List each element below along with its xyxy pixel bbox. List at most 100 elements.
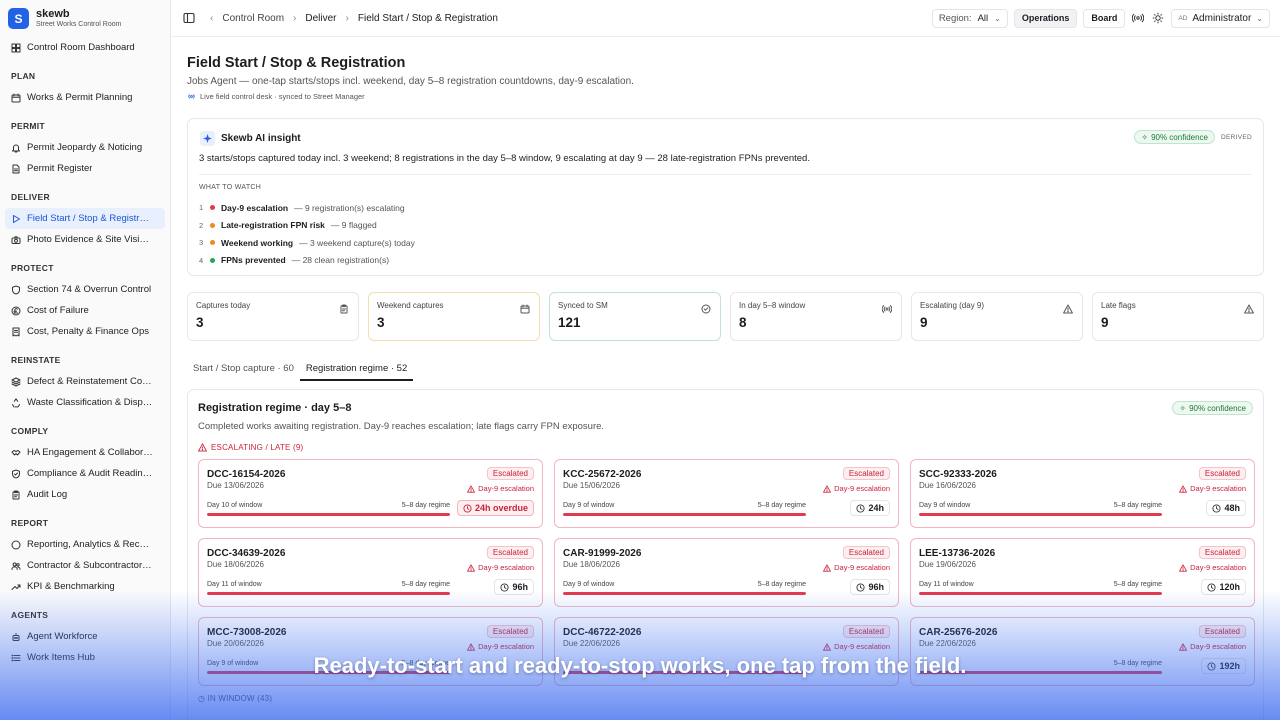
sidebar-toggle-icon[interactable] bbox=[182, 11, 196, 25]
works-reference: DCC-34639-2026 bbox=[207, 548, 286, 559]
warning-icon bbox=[823, 484, 832, 493]
check-circle-icon bbox=[701, 304, 711, 314]
escalation-flag: Day-9 escalation bbox=[467, 642, 534, 651]
sidebar-item-compliance-audit-readiness[interactable]: Compliance & Audit Readiness bbox=[5, 463, 165, 484]
play-icon bbox=[13, 214, 20, 223]
page-subtitle: Jobs Agent — one-tap starts/stops incl. … bbox=[187, 76, 634, 87]
sidebar-item-contractor-subcontractor-performance[interactable]: Contractor & Subcontractor Performance bbox=[5, 555, 165, 576]
watch-item[interactable]: 2 Late-registration FPN risk — 9 flagged bbox=[199, 217, 415, 235]
topbar: ‹ Control Room › Deliver › Field Start /… bbox=[171, 0, 1280, 37]
sidebar-item-kpi-benchmarking[interactable]: KPI & Benchmarking bbox=[5, 576, 165, 597]
stat-card[interactable]: Captures today 3 bbox=[187, 292, 359, 341]
escalation-flag: Day-9 escalation bbox=[1179, 642, 1246, 651]
breadcrumb-control-room[interactable]: Control Room bbox=[222, 13, 284, 24]
board-button[interactable]: Board bbox=[1083, 8, 1126, 28]
registration-card[interactable]: SCC-92333-2026 Due 16/06/2026 Escalated Day… bbox=[910, 459, 1255, 528]
sidebar-section-heading: DELIVER bbox=[11, 192, 50, 202]
registration-card[interactable]: CAR-91999-2026 Due 18/06/2026 Escalated Day… bbox=[554, 538, 899, 607]
sidebar-item-label: Works & Permit Planning bbox=[27, 92, 133, 103]
sidebar-item-cost-penalty-finance-ops[interactable]: Cost, Penalty & Finance Ops bbox=[5, 321, 165, 342]
works-reference: MCC-73008-2026 bbox=[207, 627, 287, 638]
sidebar-item-permit-register[interactable]: Permit Register bbox=[5, 158, 165, 179]
bot-icon bbox=[12, 632, 20, 641]
sidebar-item-field-start-stop-registration[interactable]: Field Start / Stop & Registration bbox=[5, 208, 165, 229]
sidebar-item-label: Agent Workforce bbox=[27, 631, 98, 642]
stat-card[interactable]: In day 5–8 window 8 bbox=[730, 292, 902, 341]
status-badge: Escalated bbox=[1198, 467, 1246, 480]
sidebar: S skewb Street Works Control Room Contro… bbox=[0, 0, 171, 720]
back-chevron-icon[interactable]: ‹ bbox=[210, 13, 213, 24]
escalating-heading: ESCALATING / LATE (9) bbox=[198, 443, 303, 452]
sidebar-section-heading: PERMIT bbox=[11, 121, 45, 131]
sidebar-item-label: Reporting, Analytics & Records bbox=[27, 539, 154, 550]
region-select[interactable]: Region: All ⌄ bbox=[931, 8, 1008, 28]
warning-icon bbox=[823, 642, 832, 651]
stat-card[interactable]: Escalating (day 9) 9 bbox=[911, 292, 1083, 341]
works-reference: CAR-25676-2026 bbox=[919, 627, 998, 638]
stat-card[interactable]: Weekend captures 3 bbox=[368, 292, 540, 341]
sidebar-item-audit-log[interactable]: Audit Log bbox=[5, 484, 165, 505]
registration-card[interactable]: DCC-16154-2026 Due 13/06/2026 Escalated Day… bbox=[198, 459, 543, 528]
regime-label: 5–8 day regime bbox=[757, 502, 806, 509]
clipboard-icon bbox=[12, 490, 20, 499]
time-text: 96h bbox=[512, 582, 528, 592]
escalation-text: Day-9 escalation bbox=[1190, 642, 1246, 651]
sidebar-item-agent-workforce[interactable]: Agent Workforce bbox=[5, 626, 165, 647]
registration-card[interactable]: LEE-13736-2026 Due 19/06/2026 Escalated Day… bbox=[910, 538, 1255, 607]
divider bbox=[199, 174, 1252, 175]
shield-check-icon bbox=[12, 469, 20, 478]
brand[interactable]: S skewb Street Works Control Room bbox=[8, 8, 121, 29]
escalation-flag: Day-9 escalation bbox=[823, 642, 890, 651]
stat-label: Escalating (day 9) bbox=[920, 301, 985, 310]
sidebar-item-control-room-dashboard[interactable]: Control Room Dashboard bbox=[5, 37, 165, 58]
watch-item[interactable]: 3 Weekend working — 3 weekend capture(s) t… bbox=[199, 234, 415, 252]
registration-card[interactable]: DCC-34639-2026 Due 18/06/2026 Escalated Day… bbox=[198, 538, 543, 607]
confidence-badge: ✧ 90% confidence bbox=[1172, 401, 1253, 415]
tab-start-stop-capture[interactable]: Start / Stop capture · 60 bbox=[187, 360, 300, 381]
stat-card[interactable]: Late flags 9 bbox=[1092, 292, 1264, 341]
works-reference: KCC-25672-2026 bbox=[563, 469, 642, 480]
window-day: Day 9 of window bbox=[563, 581, 615, 588]
sidebar-item-section-74-overrun-control[interactable]: Section 74 & Overrun Control bbox=[5, 279, 165, 300]
sidebar-item-waste-classification-disposal[interactable]: Waste Classification & Disposal bbox=[5, 392, 165, 413]
sidebar-item-cost-of-failure[interactable]: Cost of Failure bbox=[5, 300, 165, 321]
warning-icon bbox=[198, 443, 207, 452]
broadcast-icon[interactable] bbox=[1131, 11, 1145, 25]
escalating-heading-text: ESCALATING / LATE (9) bbox=[211, 443, 304, 452]
user-menu[interactable]: AD Administrator ⌄ bbox=[1171, 8, 1270, 28]
stat-value: 3 bbox=[196, 315, 204, 330]
sidebar-section-heading: AGENTS bbox=[11, 610, 49, 620]
watch-item[interactable]: 1 Day-9 escalation — 9 registration(s) esc… bbox=[199, 199, 415, 217]
sidebar-item-label: Control Room Dashboard bbox=[27, 42, 135, 53]
watch-item-desc: — 9 registration(s) escalating bbox=[294, 202, 405, 213]
sidebar-item-defect-reinstatement-control[interactable]: Defect & Reinstatement Control bbox=[5, 371, 165, 392]
watch-item[interactable]: 4 FPNs prevented — 28 clean registration(s… bbox=[199, 252, 415, 270]
sidebar-item-works-permit-planning[interactable]: Works & Permit Planning bbox=[5, 87, 165, 108]
watch-item-title: Weekend working bbox=[221, 237, 294, 248]
sidebar-item-reporting-analytics-records[interactable]: Reporting, Analytics & Records bbox=[5, 534, 165, 555]
window-progress-bar bbox=[563, 513, 806, 516]
sparkle-icon: ✧ bbox=[1179, 403, 1187, 413]
sidebar-section-heading: REINSTATE bbox=[11, 355, 61, 365]
warning-icon bbox=[1244, 304, 1254, 314]
sidebar-item-permit-jeopardy-noticing[interactable]: Permit Jeopardy & Noticing bbox=[5, 137, 165, 158]
registration-card[interactable]: KCC-25672-2026 Due 15/06/2026 Escalated Day… bbox=[554, 459, 899, 528]
users-icon bbox=[11, 562, 21, 570]
theme-sun-icon[interactable] bbox=[1151, 11, 1165, 25]
tab-registration-regime[interactable]: Registration regime · 52 bbox=[299, 360, 414, 381]
sidebar-item-photo-evidence-site-visibility[interactable]: Photo Evidence & Site Visibility bbox=[5, 229, 165, 250]
stat-card[interactable]: Synced to SM 121 bbox=[549, 292, 721, 341]
in-window-heading-text: IN WINDOW (43) bbox=[207, 694, 273, 703]
operations-button[interactable]: Operations bbox=[1013, 8, 1078, 28]
breadcrumb-deliver[interactable]: Deliver bbox=[305, 13, 336, 24]
tab-bar: Start / Stop capture · 60 Registration re… bbox=[187, 360, 414, 381]
user-name: Administrator bbox=[1192, 12, 1252, 24]
clipboard-icon bbox=[340, 304, 348, 314]
time-text: 24h overdue bbox=[474, 503, 528, 513]
file-icon bbox=[12, 164, 20, 173]
panel-title: Registration regime · day 5–8 bbox=[198, 402, 352, 414]
sidebar-item-ha-engagement-collaboration[interactable]: HA Engagement & Collaboration bbox=[5, 442, 165, 463]
clock-icon bbox=[1207, 582, 1217, 592]
sidebar-item-label: Permit Jeopardy & Noticing bbox=[27, 142, 143, 153]
clock-icon bbox=[856, 582, 866, 592]
